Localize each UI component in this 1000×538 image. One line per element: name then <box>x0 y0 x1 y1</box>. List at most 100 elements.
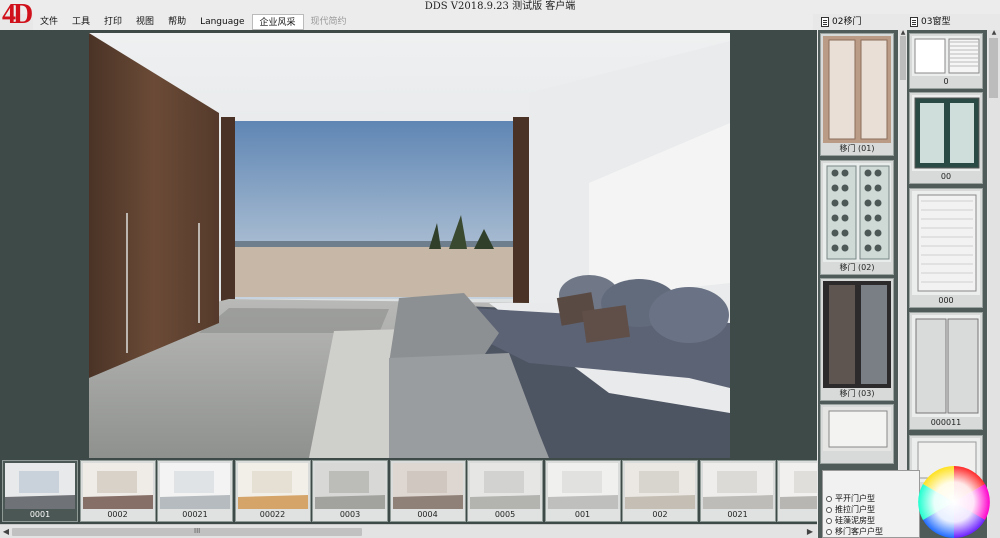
scene-thumbnail-image <box>315 463 385 510</box>
scene-thumbnail-label: 0005 <box>468 509 542 521</box>
menu-item-0[interactable]: 文件 <box>33 14 65 30</box>
scene-thumbnail[interactable] <box>777 460 817 522</box>
sliding-door-image <box>823 36 891 143</box>
window-type-item[interactable]: 000011 <box>909 312 983 430</box>
sliding-door-item[interactable]: 移门 (02) <box>820 160 894 275</box>
sliding-door-item[interactable]: 移门 (03) <box>820 278 894 401</box>
window-type-image <box>912 191 980 295</box>
room-type-option-label: 硅藻泥房型 <box>835 516 875 525</box>
sliding-door-image <box>823 281 891 388</box>
scene-thumbnail[interactable]: 00021 <box>157 460 233 522</box>
app-window: DDS V2018.9.23 测试版 客户端 4D 文件 工具 打印 视图 帮助 Lang… <box>0 0 1000 538</box>
scene-thumbnail-image <box>625 463 695 510</box>
app-logo: 4D <box>2 0 33 30</box>
window-type-image <box>912 95 980 171</box>
scene-thumbnail-image <box>160 463 230 510</box>
window-type-header-label: 03窗型 <box>921 17 951 27</box>
sliding-door-label <box>821 451 893 463</box>
scene-thumbnail[interactable]: 0004 <box>389 460 466 522</box>
sliding-door-header[interactable]: 02移门 <box>821 15 861 29</box>
room-type-option[interactable]: 推拉门户型 <box>823 504 919 515</box>
scene-thumbnail[interactable]: 0002 <box>79 460 156 522</box>
scene-thumbnail-image <box>237 463 308 510</box>
scroll-up-arrow-icon[interactable]: ▲ <box>988 30 1000 36</box>
scene-thumbnail-label: 001 <box>545 509 620 521</box>
window-type-image <box>912 36 980 76</box>
scene-thumbnail-label: 0001 <box>3 509 77 521</box>
sliding-door-header-label: 02移门 <box>832 17 862 27</box>
scene-thumbnail[interactable]: 0021 <box>699 460 776 522</box>
scene-thumbnail-image <box>702 463 773 510</box>
window-type-item[interactable]: 0 <box>909 33 983 89</box>
sliding-door-list: 移门 (01) 移门 (02) 移门 (03) <box>818 30 898 538</box>
menu-bar: 文件 工具 打印 视图 帮助 Language 企业风采 现代简约 <box>33 14 813 30</box>
window-type-label: 00 <box>940 172 952 181</box>
scene-thumbnail-strip: 0001 0002 00021 00022 0003 0004 0005 001 002 0021 <box>0 458 817 524</box>
menu-item-1[interactable]: 工具 <box>65 14 97 30</box>
horizontal-scrollbar[interactable]: ◀ III ▶ <box>0 524 817 538</box>
color-wheel-icon[interactable] <box>914 462 994 538</box>
scene-thumbnail-label: 00022 <box>235 509 310 521</box>
scene-thumbnail[interactable]: 0001 <box>2 460 78 522</box>
scene-thumbnail[interactable]: 002 <box>622 460 698 522</box>
bedroom-render-image <box>89 33 730 458</box>
document-icon <box>910 17 918 27</box>
radio-icon[interactable] <box>826 506 832 513</box>
scene-thumbnail[interactable]: 0003 <box>312 460 388 522</box>
scrollbar-thumb[interactable] <box>900 36 906 80</box>
room-type-option[interactable]: 平开门户型 <box>823 493 919 504</box>
sliding-door-label: 移门 (01) <box>839 144 875 153</box>
room-type-option-label: 移门客户户型 <box>835 527 883 536</box>
sliding-door-item[interactable]: 移门 (01) <box>820 33 894 156</box>
scene-thumbnail-label: 0002 <box>80 509 155 521</box>
radio-icon[interactable] <box>826 528 832 535</box>
scene-thumbnail-image <box>470 463 540 510</box>
scene-thumbnail-image <box>392 463 463 510</box>
scroll-left-arrow-icon[interactable]: ◀ <box>1 527 11 537</box>
menu-item-4[interactable]: 帮助 <box>161 14 193 30</box>
room-type-option[interactable]: 移门客户户型 <box>823 526 919 537</box>
scene-thumbnail-image <box>547 463 618 510</box>
room-type-option-label: 平开门户型 <box>835 494 875 503</box>
sliding-door-scrollbar[interactable]: ▲ <box>899 30 907 538</box>
window-title: DDS V2018.9.23 测试版 客户端 <box>0 0 1000 14</box>
document-icon <box>821 17 829 27</box>
window-type-item[interactable]: 00 <box>909 92 983 184</box>
sliding-door-item[interactable] <box>820 404 894 464</box>
scene-thumbnail-image <box>82 463 153 510</box>
scrollbar-thumb[interactable]: III <box>12 527 362 536</box>
scene-thumbnail-label: 0021 <box>700 509 775 521</box>
render-stage <box>0 30 817 458</box>
radio-icon[interactable] <box>826 517 832 524</box>
room-type-option[interactable]: 硅藻泥房型 <box>823 515 919 526</box>
window-type-header[interactable]: 03窗型 <box>910 15 950 29</box>
scene-thumbnail-label: 002 <box>623 509 697 521</box>
room-type-option-label: 推拉门户型 <box>835 505 875 514</box>
sliding-door-label: 移门 (02) <box>839 263 875 272</box>
sliding-door-image <box>823 407 891 451</box>
sliding-door-label: 移门 (03) <box>839 389 875 398</box>
room-type-popup: 平开门户型推拉门户型硅藻泥房型移门客户户型 <box>822 470 920 538</box>
scroll-right-arrow-icon[interactable]: ▶ <box>805 527 815 537</box>
window-type-label: 0 <box>943 77 949 86</box>
scrollbar-thumb[interactable] <box>989 38 998 98</box>
scrollbar-grip: III <box>194 527 201 535</box>
scene-thumbnail[interactable]: 00022 <box>234 460 311 522</box>
scene-thumbnail-label: 00021 <box>158 509 232 521</box>
window-type-image <box>912 315 980 417</box>
scene-thumbnail-image <box>780 463 817 510</box>
radio-icon[interactable] <box>826 495 832 502</box>
scene-thumbnail[interactable]: 0005 <box>467 460 543 522</box>
menu-item-6[interactable]: 企业风采 <box>251 14 304 30</box>
menu-item-3[interactable]: 视图 <box>129 14 161 30</box>
scene-thumbnail-label <box>778 509 817 521</box>
menu-item-2[interactable]: 打印 <box>97 14 129 30</box>
menu-item-7[interactable]: 现代简约 <box>304 14 354 30</box>
window-type-item[interactable]: 000 <box>909 188 983 308</box>
scene-thumbnail[interactable]: 001 <box>544 460 621 522</box>
bedroom-render-preview[interactable] <box>89 33 730 458</box>
menu-item-5[interactable]: Language <box>193 14 251 30</box>
sliding-door-image <box>823 163 891 262</box>
scene-thumbnail-label: 0003 <box>313 509 387 521</box>
window-type-label: 000 <box>938 296 954 305</box>
